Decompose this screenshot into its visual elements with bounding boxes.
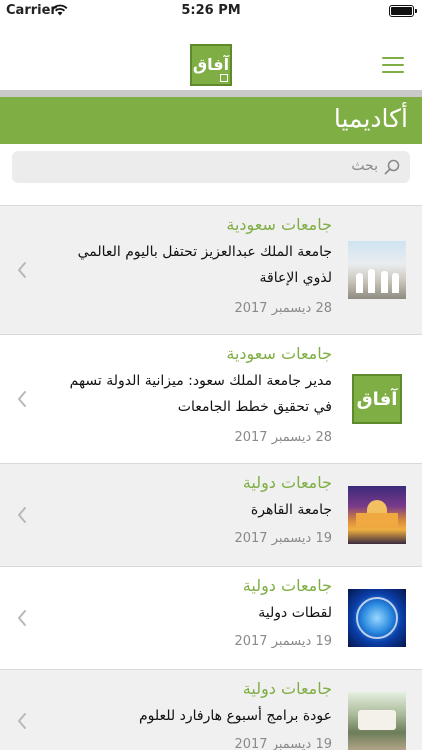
clock-time: 5:26 PM — [181, 3, 241, 18]
article-thumbnail — [348, 589, 406, 647]
nav-divider — [0, 90, 422, 97]
article-category: جامعات سعودية — [226, 215, 332, 234]
section-title: أكاديميا — [333, 104, 408, 133]
list-item[interactable]: جامعات سعودية مدير جامعة الملك سعود: ميز… — [0, 335, 422, 464]
article-headline: جامعة الملك عبدالعزيز تحتفل باليوم العال… — [77, 244, 332, 286]
article-thumbnail — [348, 486, 406, 544]
battery-icon — [389, 5, 417, 17]
chevron-left-icon — [18, 507, 26, 523]
article-date: 19 ديسمبر 2017 — [234, 737, 332, 750]
article-headline: لقطات دولية — [258, 605, 332, 621]
search-input[interactable]: بحث — [12, 151, 410, 183]
section-header: أكاديميا — [0, 97, 422, 144]
article-date: 19 ديسمبر 2017 — [234, 531, 332, 546]
logo-badge — [220, 74, 228, 82]
search-bar: بحث — [0, 144, 422, 190]
article-text: جامعات دولية لقطات دولية 19 ديسمبر 2017 — [50, 574, 332, 652]
article-text: جامعات دولية جامعة القاهرة 19 ديسمبر 201… — [50, 471, 332, 549]
thumb-logo-text: آفاق — [352, 374, 402, 424]
search-icon — [384, 159, 400, 175]
article-date: 19 ديسمبر 2017 — [234, 634, 332, 649]
article-thumbnail — [348, 692, 406, 750]
article-thumbnail — [348, 241, 406, 299]
article-category: جامعات دولية — [242, 679, 332, 698]
battery-level — [391, 7, 412, 15]
list-item[interactable]: جامعات دولية عودة برامج أسبوع هارفارد لل… — [0, 670, 422, 750]
chevron-left-icon — [18, 391, 26, 407]
list-item[interactable]: جامعات سعودية جامعة الملك عبدالعزيز تحتف… — [0, 206, 422, 335]
list-item[interactable]: جامعات دولية لقطات دولية 19 ديسمبر 2017 — [0, 567, 422, 670]
article-category: جامعات دولية — [242, 473, 332, 492]
article-category: جامعات سعودية — [226, 344, 332, 363]
search-placeholder: بحث — [351, 158, 378, 174]
chevron-left-icon — [18, 610, 26, 626]
article-list: جامعات سعودية جامعة الملك عبدالعزيز تحتف… — [0, 206, 422, 750]
article-headline: جامعة القاهرة — [250, 502, 332, 518]
article-text: جامعات سعودية مدير جامعة الملك سعود: ميز… — [50, 342, 332, 448]
article-headline: عودة برامج أسبوع هارفارد للعلوم — [139, 708, 332, 724]
hamburger-menu-icon[interactable] — [382, 57, 404, 73]
list-item[interactable]: جامعات دولية جامعة القاهرة 19 ديسمبر 201… — [0, 464, 422, 567]
navigation-bar: آفاق — [0, 22, 422, 90]
status-bar: Carrier 5:26 PM — [0, 0, 422, 22]
article-text: جامعات سعودية جامعة الملك عبدالعزيز تحتف… — [50, 213, 332, 319]
article-category: جامعات دولية — [242, 576, 332, 595]
article-date: 28 ديسمبر 2017 — [234, 301, 332, 316]
article-date: 28 ديسمبر 2017 — [234, 430, 332, 445]
chevron-left-icon — [18, 262, 26, 278]
article-headline: مدير جامعة الملك سعود: ميزانية الدولة تس… — [69, 373, 332, 415]
article-text: جامعات دولية عودة برامج أسبوع هارفارد لل… — [50, 677, 332, 750]
article-thumbnail: آفاق — [348, 370, 406, 428]
app-logo[interactable]: آفاق — [190, 44, 232, 86]
logo-text: آفاق — [192, 55, 230, 74]
chevron-left-icon — [18, 713, 26, 729]
